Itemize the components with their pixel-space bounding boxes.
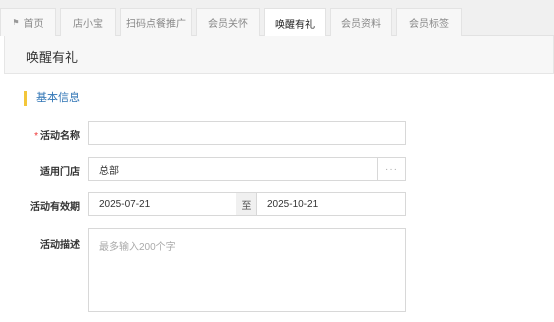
section-accent-bar [24,91,27,106]
tab-label: 会员资料 [341,19,381,30]
tab-label: 店小宝 [73,19,103,30]
tab-member-care[interactable]: 会员关怀 [196,8,260,36]
description-label: 活动描述 [40,240,80,251]
page-header: 唤醒有礼 [4,36,554,74]
required-mark: * [34,131,38,142]
store-value: 总部 [99,165,119,177]
tab-label: 首页 [23,19,44,30]
tab-label: 扫码点餐推广 [126,19,186,30]
end-date-value: 2025-10-21 [267,198,319,210]
tab-member-profile[interactable]: 会员资料 [330,8,392,36]
tab-label: 会员标签 [409,19,449,30]
tab-home[interactable]: ⚑ 首页 [0,8,56,36]
tab-scan-order-promo[interactable]: 扫码点餐推广 [120,8,192,36]
start-date-input[interactable]: 2025-07-21 [88,192,237,216]
store-label: 适用门店 [40,167,80,178]
tab-member-tags[interactable]: 会员标签 [396,8,462,36]
description-textarea[interactable]: 最多输入200个字 [88,228,406,312]
tab-dianxiaobao[interactable]: 店小宝 [60,8,116,36]
start-date-value: 2025-07-21 [99,198,151,210]
activity-name-label-text: 活动名称 [40,131,80,142]
section-title: 基本信息 [36,92,80,104]
home-icon: ⚑ [12,18,20,27]
tab-wake-up-gift[interactable]: 唤醒有礼 [264,8,326,37]
description-placeholder: 最多输入200个字 [99,242,176,253]
page-title: 唤醒有礼 [26,50,79,65]
end-date-input[interactable]: 2025-10-21 [256,192,406,216]
tab-label: 会员关怀 [208,19,248,30]
store-select[interactable]: 总部 ··· [88,157,406,181]
date-range-separator: 至 [236,192,257,216]
tab-label: 唤醒有礼 [275,19,315,31]
activity-name-input[interactable] [88,121,406,145]
period-label: 活动有效期 [30,202,80,213]
store-more-button[interactable]: ··· [377,158,405,180]
tab-bar: ⚑ 首页 店小宝 扫码点餐推广 会员关怀 唤醒有礼 会员资料 会员标签 [0,0,554,37]
activity-name-label: * 活动名称 [34,127,80,142]
